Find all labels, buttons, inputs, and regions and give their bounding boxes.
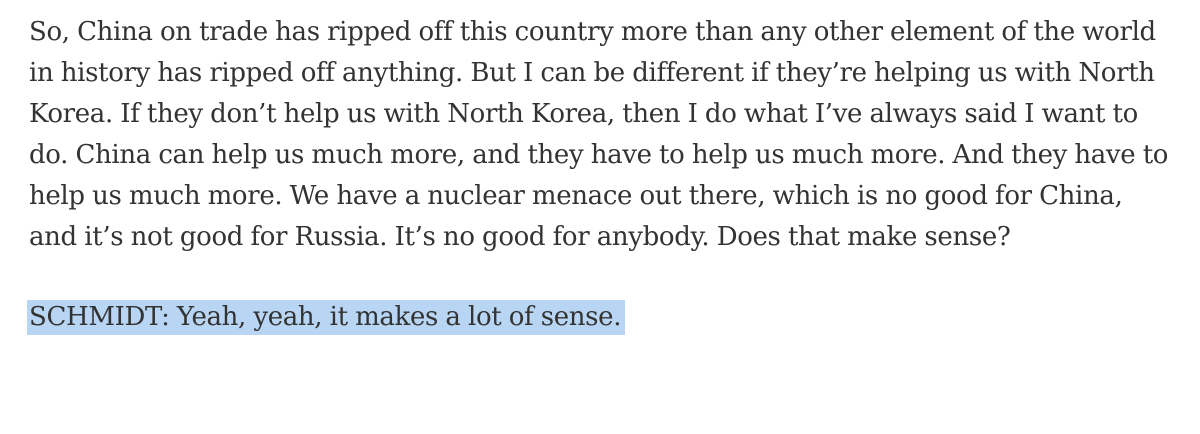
article-body: So, China on trade has ripped off this c… [27,12,1179,335]
transcript-reply-paragraph: SCHMIDT: Yeah, yeah, it makes a lot of s… [27,299,1179,335]
selected-text-highlight[interactable]: SCHMIDT: Yeah, yeah, it makes a lot of s… [27,300,626,335]
transcript-paragraph: So, China on trade has ripped off this c… [29,17,1169,252]
